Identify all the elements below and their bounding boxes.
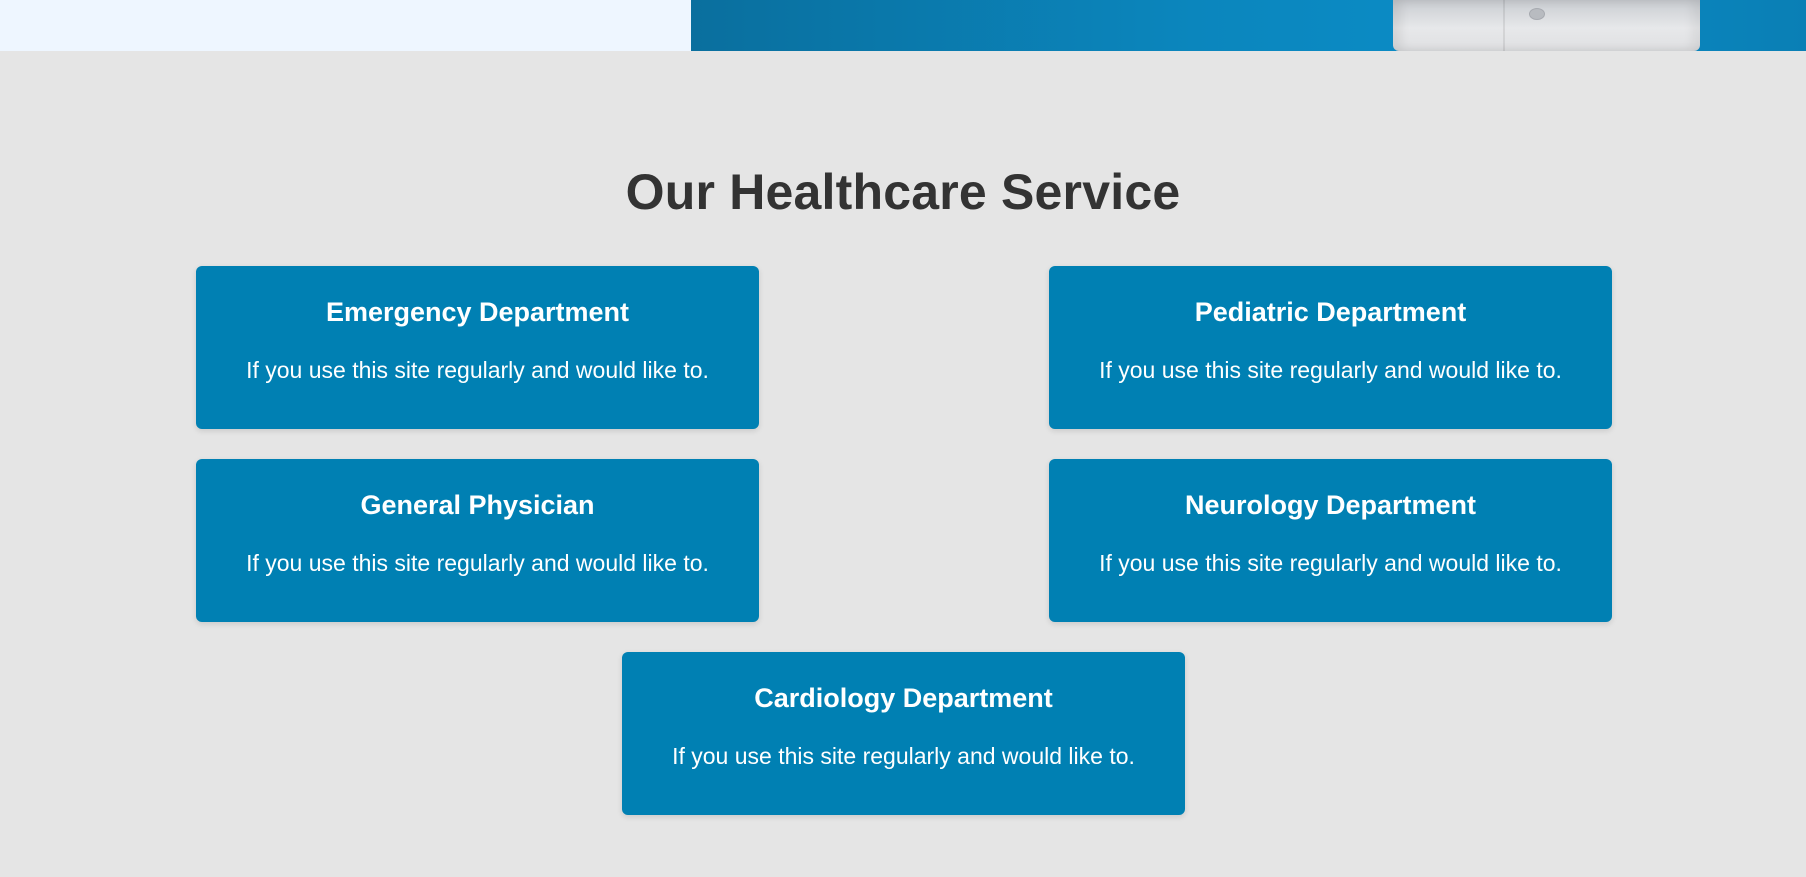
service-card-title: General Physician <box>360 490 595 520</box>
service-card-description: If you use this site regularly and would… <box>1099 550 1562 576</box>
service-card-cardiology[interactable]: Cardiology Department If you use this si… <box>622 652 1185 815</box>
coat-fold <box>1503 0 1505 51</box>
service-card-description: If you use this site regularly and would… <box>1099 357 1562 383</box>
hero-image <box>691 0 1806 51</box>
hero-left-panel <box>0 0 691 51</box>
service-card-emergency[interactable]: Emergency Department If you use this sit… <box>196 266 759 429</box>
doctor-coat-image <box>1393 0 1700 51</box>
service-card-general-physician[interactable]: General Physician If you use this site r… <box>196 459 759 622</box>
healthcare-services-section: Our Healthcare Service Emergency Departm… <box>0 51 1806 877</box>
page: Our Healthcare Service Emergency Departm… <box>0 0 1806 877</box>
service-card-title: Cardiology Department <box>754 683 1053 713</box>
service-card-description: If you use this site regularly and would… <box>246 357 709 383</box>
service-card-description: If you use this site regularly and would… <box>246 550 709 576</box>
coat-button-icon <box>1529 8 1545 20</box>
service-card-title: Emergency Department <box>325 297 630 327</box>
hero-banner <box>0 0 1806 51</box>
service-card-title: Neurology Department <box>1184 490 1477 520</box>
service-card-title: Pediatric Department <box>1194 297 1467 327</box>
service-card-description: If you use this site regularly and would… <box>672 743 1135 769</box>
service-card-pediatric[interactable]: Pediatric Department If you use this sit… <box>1049 266 1612 429</box>
service-card-neurology[interactable]: Neurology Department If you use this sit… <box>1049 459 1612 622</box>
section-title: Our Healthcare Service <box>625 164 1181 220</box>
